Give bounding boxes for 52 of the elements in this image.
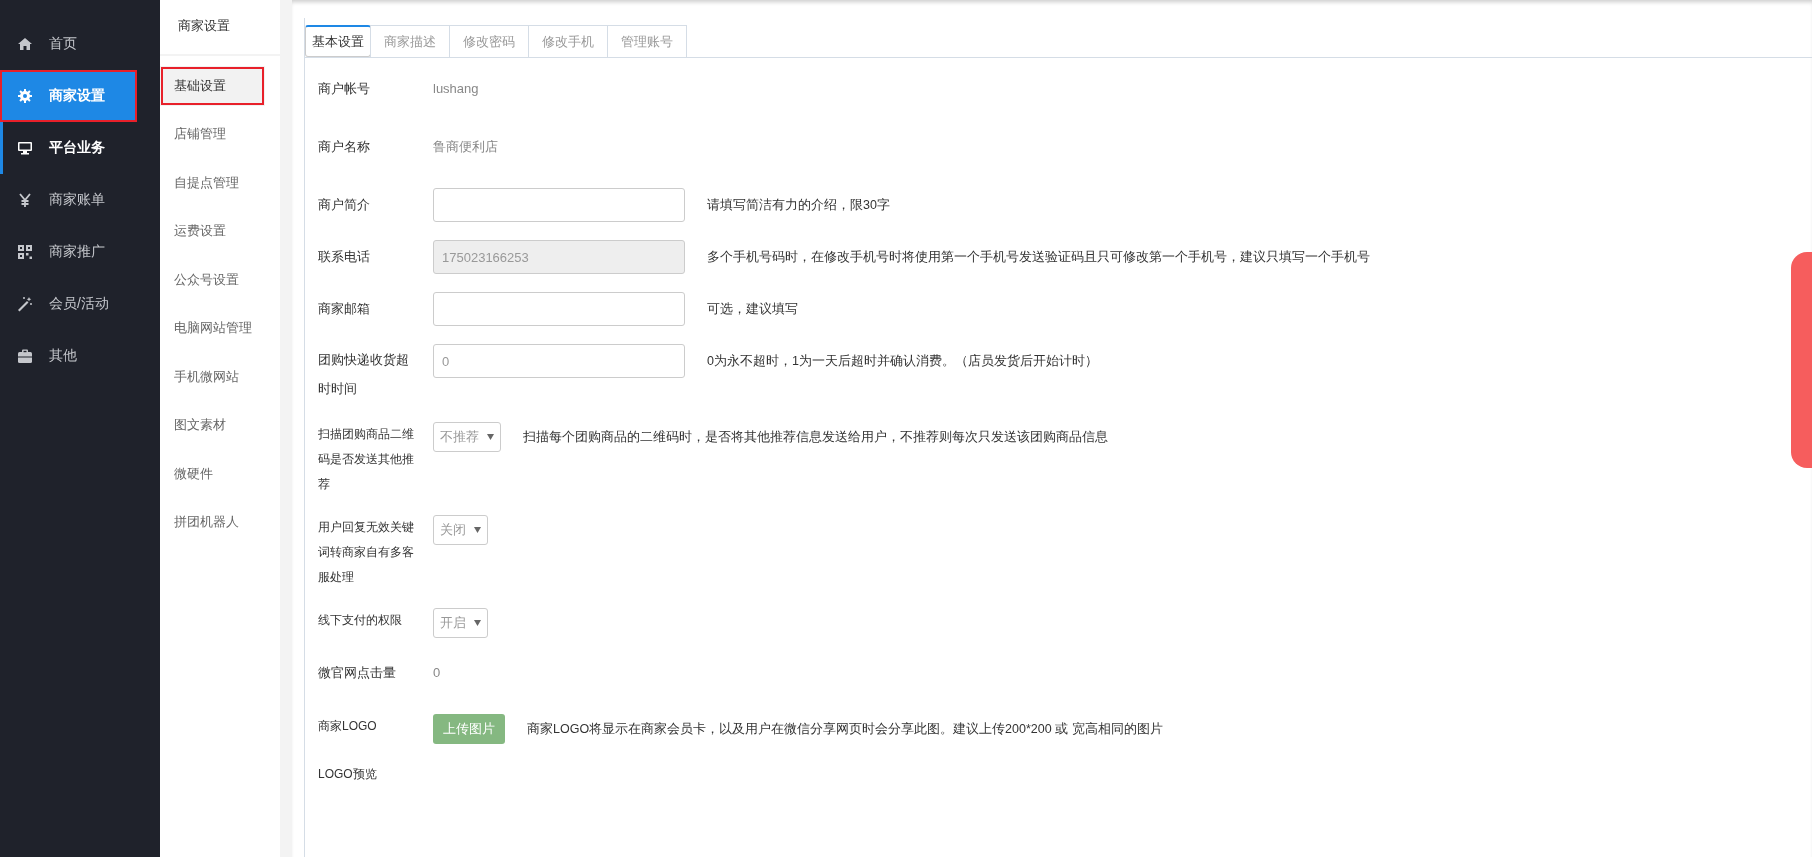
field-label: 商户帐号 bbox=[318, 81, 371, 98]
monitor-icon bbox=[17, 140, 33, 156]
help-text: 可选，建议填写 bbox=[707, 301, 798, 318]
caret-icon bbox=[487, 434, 494, 440]
submenu-item[interactable]: 图文素材 bbox=[160, 401, 280, 450]
field-label: 商家邮箱 bbox=[318, 301, 371, 318]
caret-icon bbox=[474, 620, 481, 626]
help-text: 商家LOGO将显示在商家会员卡，以及用户在微信分享网页时会分享此图。建议上传200*200 或 宽高相同的图片 bbox=[527, 721, 1163, 738]
help-text: 多个手机号码时，在修改手机号时将使用第一个手机号发送验证码且只可修改第一个手机号，建议只填写一个手机号 bbox=[707, 249, 1370, 266]
submenu-item[interactable]: 基础设置 bbox=[160, 66, 265, 106]
submenu-item[interactable]: 运费设置 bbox=[160, 207, 280, 256]
magic-wand-icon bbox=[17, 296, 33, 312]
help-text: 扫描每个团购商品的二维码时，是否将其他推荐信息发送给用户，不推荐则每次只发送该团购商品信息 bbox=[523, 429, 1108, 446]
help-text: 请填写简洁有力的介绍，限30字 bbox=[707, 197, 890, 214]
caret-icon bbox=[474, 527, 481, 533]
submenu-item[interactable]: 公众号设置 bbox=[160, 255, 280, 304]
field-value: lushang bbox=[433, 80, 479, 98]
sidebar-item[interactable]: 商家推广 bbox=[0, 226, 160, 278]
qr-code-icon bbox=[17, 244, 33, 260]
field-label: 微官网点击量 bbox=[318, 665, 397, 682]
field-label: 联系电话 bbox=[318, 249, 371, 266]
yen-icon bbox=[17, 192, 33, 208]
help-text: 0为永不超时，1为一天后超时并确认消费。（店员发货后开始计时） bbox=[707, 353, 1098, 370]
floating-side-tab[interactable] bbox=[1791, 252, 1812, 468]
field-value: 鲁商便利店 bbox=[433, 138, 498, 156]
field-label: LOGO预览 bbox=[318, 766, 378, 783]
input-field[interactable] bbox=[433, 188, 685, 222]
submenu-item[interactable]: 拼团机器人 bbox=[160, 498, 280, 547]
field-label: 团购快递收货超时时间 bbox=[318, 352, 410, 398]
sidebar-item[interactable]: 商家设置 bbox=[0, 70, 137, 122]
field-label: 商户简介 bbox=[318, 197, 371, 214]
gear-icon bbox=[17, 88, 33, 104]
section-title: 商家设置 bbox=[160, 0, 280, 56]
input-field[interactable] bbox=[433, 292, 685, 326]
sidebar-item[interactable]: 商家账单 bbox=[0, 174, 160, 226]
submenu-item[interactable]: 自提点管理 bbox=[160, 158, 280, 207]
tab[interactable]: 基本设置 bbox=[305, 25, 371, 57]
submenu-item[interactable]: 电脑网站管理 bbox=[160, 304, 280, 353]
briefcase-icon bbox=[17, 348, 33, 364]
field-label: 线下支付的权限 bbox=[318, 612, 403, 629]
field-label: 商户名称 bbox=[318, 139, 371, 156]
field-label: 商家LOGO bbox=[318, 718, 378, 735]
home-icon bbox=[17, 36, 33, 52]
submenu-item[interactable]: 店铺管理 bbox=[160, 110, 280, 159]
submenu-item[interactable]: 微硬件 bbox=[160, 449, 280, 498]
submenu-item[interactable]: 手机微网站 bbox=[160, 352, 280, 401]
sidebar-item[interactable]: 其他 bbox=[0, 330, 160, 382]
field-label: 扫描团购商品二维码是否发送其他推荐 bbox=[318, 426, 415, 493]
field-label: 用户回复无效关键词转商家自有多客服处理 bbox=[318, 519, 415, 586]
sidebar-item[interactable]: 会员/活动 bbox=[0, 278, 160, 330]
sidebar-item[interactable]: 首页 bbox=[0, 18, 160, 70]
field-value: 0 bbox=[433, 664, 441, 682]
